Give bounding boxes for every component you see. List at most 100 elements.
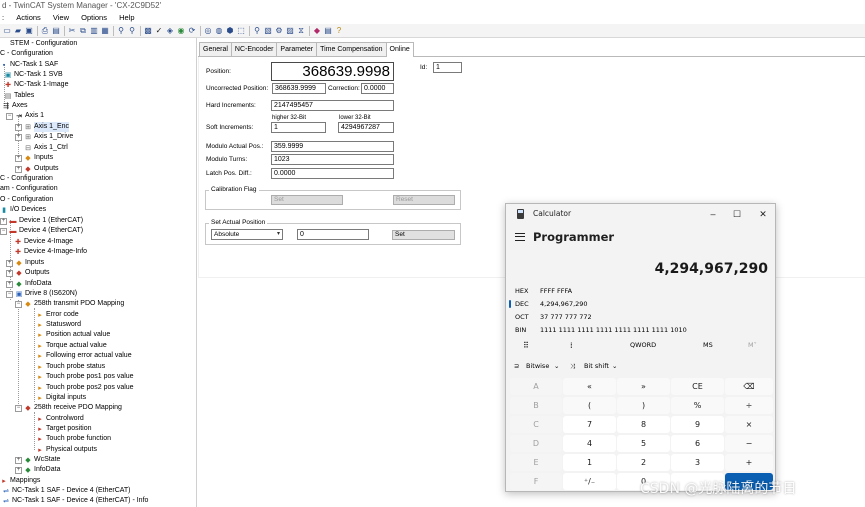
tree-node-torque-actual[interactable]: ▸ Torque actual value [36, 341, 106, 351]
find-icon[interactable]: ⚲ [116, 26, 126, 36]
tab-general[interactable]: General [199, 42, 232, 56]
key-f[interactable]: F [510, 473, 562, 490]
key-shift-left[interactable]: « [563, 378, 616, 395]
hamburger-menu-icon[interactable] [515, 233, 525, 241]
key-6[interactable]: 6 [671, 435, 724, 452]
collapse-icon[interactable]: − [15, 404, 22, 412]
check-icon[interactable]: ✓ [154, 26, 164, 36]
new-icon[interactable]: ▭ [2, 26, 12, 36]
show-online-icon[interactable]: ▧ [263, 26, 273, 36]
tree-node-axis-1[interactable]: − ⇥ Axis 1 [6, 111, 44, 121]
tree-node-target-position[interactable]: ▸ Target position [36, 424, 91, 434]
tree-node-controlword[interactable]: ▸ Controlword [36, 414, 84, 424]
expand-icon[interactable]: + [6, 269, 13, 277]
radix-oct-row[interactable]: OCT 37 777 777 772 [506, 311, 775, 323]
cut-icon[interactable]: ✂ [67, 26, 77, 36]
link-icon[interactable]: ⧖ [296, 26, 306, 36]
menu-help[interactable]: Help [114, 12, 139, 24]
tree-node-statusword[interactable]: ▸ Statusword [36, 320, 81, 330]
find-next-icon[interactable]: ⚲ [127, 26, 137, 36]
tree-node-mapping-saf-info[interactable]: ⇌ NC-Task 1 SAF - Device 4 (EtherCAT) - I… [2, 496, 148, 506]
tree-node-digital-inputs[interactable]: ▸ Digital inputs [36, 393, 86, 403]
bit-shift-button[interactable]: Bit shift [584, 362, 609, 370]
key-open-paren[interactable]: ( [563, 397, 616, 414]
set-actual-position-button[interactable]: Set [392, 230, 455, 240]
menu-actions[interactable]: Actions [11, 12, 46, 24]
expand-icon[interactable]: + [15, 154, 22, 162]
id-field[interactable]: 1 [433, 62, 462, 73]
chevron-down-icon[interactable]: ⌄ [554, 362, 559, 370]
tree-node-position-actual[interactable]: ▸ Position actual value [36, 330, 110, 340]
key-backspace[interactable]: ⌫ [725, 378, 773, 395]
set-mode-select[interactable]: Absolute ▾ [211, 229, 283, 240]
expand-icon[interactable]: + [6, 259, 13, 267]
close-icon[interactable]: ✕ [756, 207, 770, 221]
key-8[interactable]: 8 [617, 416, 670, 433]
expand-icon[interactable]: + [0, 217, 7, 225]
tree-node-device-4-image[interactable]: ✚ Device 4-Image [14, 237, 73, 247]
calibration-set-button[interactable]: Set [271, 195, 343, 205]
menu-view[interactable]: View [48, 12, 74, 24]
word-size-button[interactable]: QWORD [630, 341, 656, 349]
tree-node-device-infodata[interactable]: + ◆ InfoData [6, 279, 51, 289]
restart-icon[interactable]: ◉ [176, 26, 186, 36]
minimize-icon[interactable]: – [706, 207, 720, 221]
tree-node-device-outputs[interactable]: + ◆ Outputs [6, 268, 50, 278]
expand-icon[interactable]: + [15, 466, 22, 474]
tree-node-drive-8[interactable]: − ▣ Drive 8 (IS620N) [6, 289, 77, 299]
notes-icon[interactable]: ◆ [312, 26, 322, 36]
print-icon[interactable]: ⎙ [40, 26, 50, 36]
tree-node-axis-1-ctrl[interactable]: ⊟ Axis 1_Ctrl [24, 143, 68, 153]
key-d[interactable]: D [510, 435, 562, 452]
tree-node-device-4-image-info[interactable]: ✚ Device 4-Image-Info [14, 247, 87, 257]
tree-node-axis-1-enc[interactable]: + ⊞ Axis 1_Enc [15, 122, 70, 132]
paste-link-icon[interactable]: ▦ [100, 26, 110, 36]
tree-node-touch-probe-status[interactable]: ▸ Touch probe status [36, 362, 105, 372]
key-a[interactable]: A [510, 378, 562, 395]
tree-node-axis-outputs[interactable]: + ◆ Outputs [15, 164, 59, 174]
key-clear-entry[interactable]: CE [671, 378, 724, 395]
tree-node-cam-config[interactable]: am - Configuration [0, 184, 58, 194]
bit-toggle-keypad-icon[interactable]: ⁞ [570, 341, 573, 350]
tree-node-transmit-pdo[interactable]: − ◆ 258th transmit PDO Mapping [15, 299, 124, 309]
tree-node-touch-probe-function[interactable]: ▸ Touch probe function [36, 434, 111, 444]
memory-store-button[interactable]: MS [703, 341, 713, 349]
config-mode-icon[interactable]: ⬢ [225, 26, 235, 36]
tree-node-system[interactable]: STEM - Configuration [0, 39, 77, 49]
set-value-input[interactable]: 0 [297, 229, 369, 240]
help-icon[interactable]: ? [334, 26, 344, 36]
toggle-free-run-icon[interactable]: ◍ [214, 26, 224, 36]
tree-node-receive-pdo[interactable]: − ◆ 258th receive PDO Mapping [15, 403, 122, 413]
chart-icon[interactable]: ▨ [285, 26, 295, 36]
key-b[interactable]: B [510, 397, 562, 414]
key-7[interactable]: 7 [563, 416, 616, 433]
scan-icon[interactable]: ◎ [203, 26, 213, 36]
maximize-icon[interactable]: ☐ [730, 207, 744, 221]
key-negate[interactable]: ⁺/₋ [563, 473, 616, 490]
tree-node-nc-task-saf[interactable]: ▪ NC-Task 1 SAF [0, 60, 58, 70]
search-icon[interactable]: ⚲ [252, 26, 262, 36]
collapse-icon[interactable]: − [6, 112, 13, 120]
tree-node-tables[interactable]: ▤ Tables [4, 91, 35, 101]
radix-hex-row[interactable]: HEX FFFF FFFA [506, 285, 775, 297]
tree-node-error-code[interactable]: ▸ Error code [36, 310, 78, 320]
paste-icon[interactable]: ▥ [89, 26, 99, 36]
key-multiply[interactable]: × [725, 416, 773, 433]
tree-node-io-devices[interactable]: ▮ I/O Devices [0, 205, 46, 215]
tree-node-touch-probe-pos1[interactable]: ▸ Touch probe pos1 pos value [36, 372, 133, 382]
zoom-icon[interactable]: ⬚ [236, 26, 246, 36]
tree-node-physical-outputs[interactable]: ▸ Physical outputs [36, 445, 97, 455]
tree-node-touch-probe-pos2[interactable]: ▸ Touch probe pos2 pos value [36, 383, 133, 393]
tab-nc-encoder[interactable]: NC-Encoder [230, 42, 278, 56]
key-2[interactable]: 2 [617, 454, 670, 471]
collapse-icon[interactable]: − [6, 290, 13, 298]
key-c[interactable]: C [510, 416, 562, 433]
tab-parameter[interactable]: Parameter [276, 42, 318, 56]
tree-node-device-inputs[interactable]: + ◆ Inputs [6, 258, 44, 268]
calibration-reset-button[interactable]: Reset [393, 195, 455, 205]
collapse-icon[interactable]: − [15, 300, 22, 308]
tree-node-device-1[interactable]: + ▬ Device 1 (EtherCAT) [0, 216, 83, 226]
radix-dec-row[interactable]: DEC 4,294,967,290 [506, 298, 775, 310]
key-close-paren[interactable]: ) [617, 397, 670, 414]
radix-bin-row[interactable]: BIN 1111 1111 1111 1111 1111 1111 1111 10… [506, 324, 775, 336]
